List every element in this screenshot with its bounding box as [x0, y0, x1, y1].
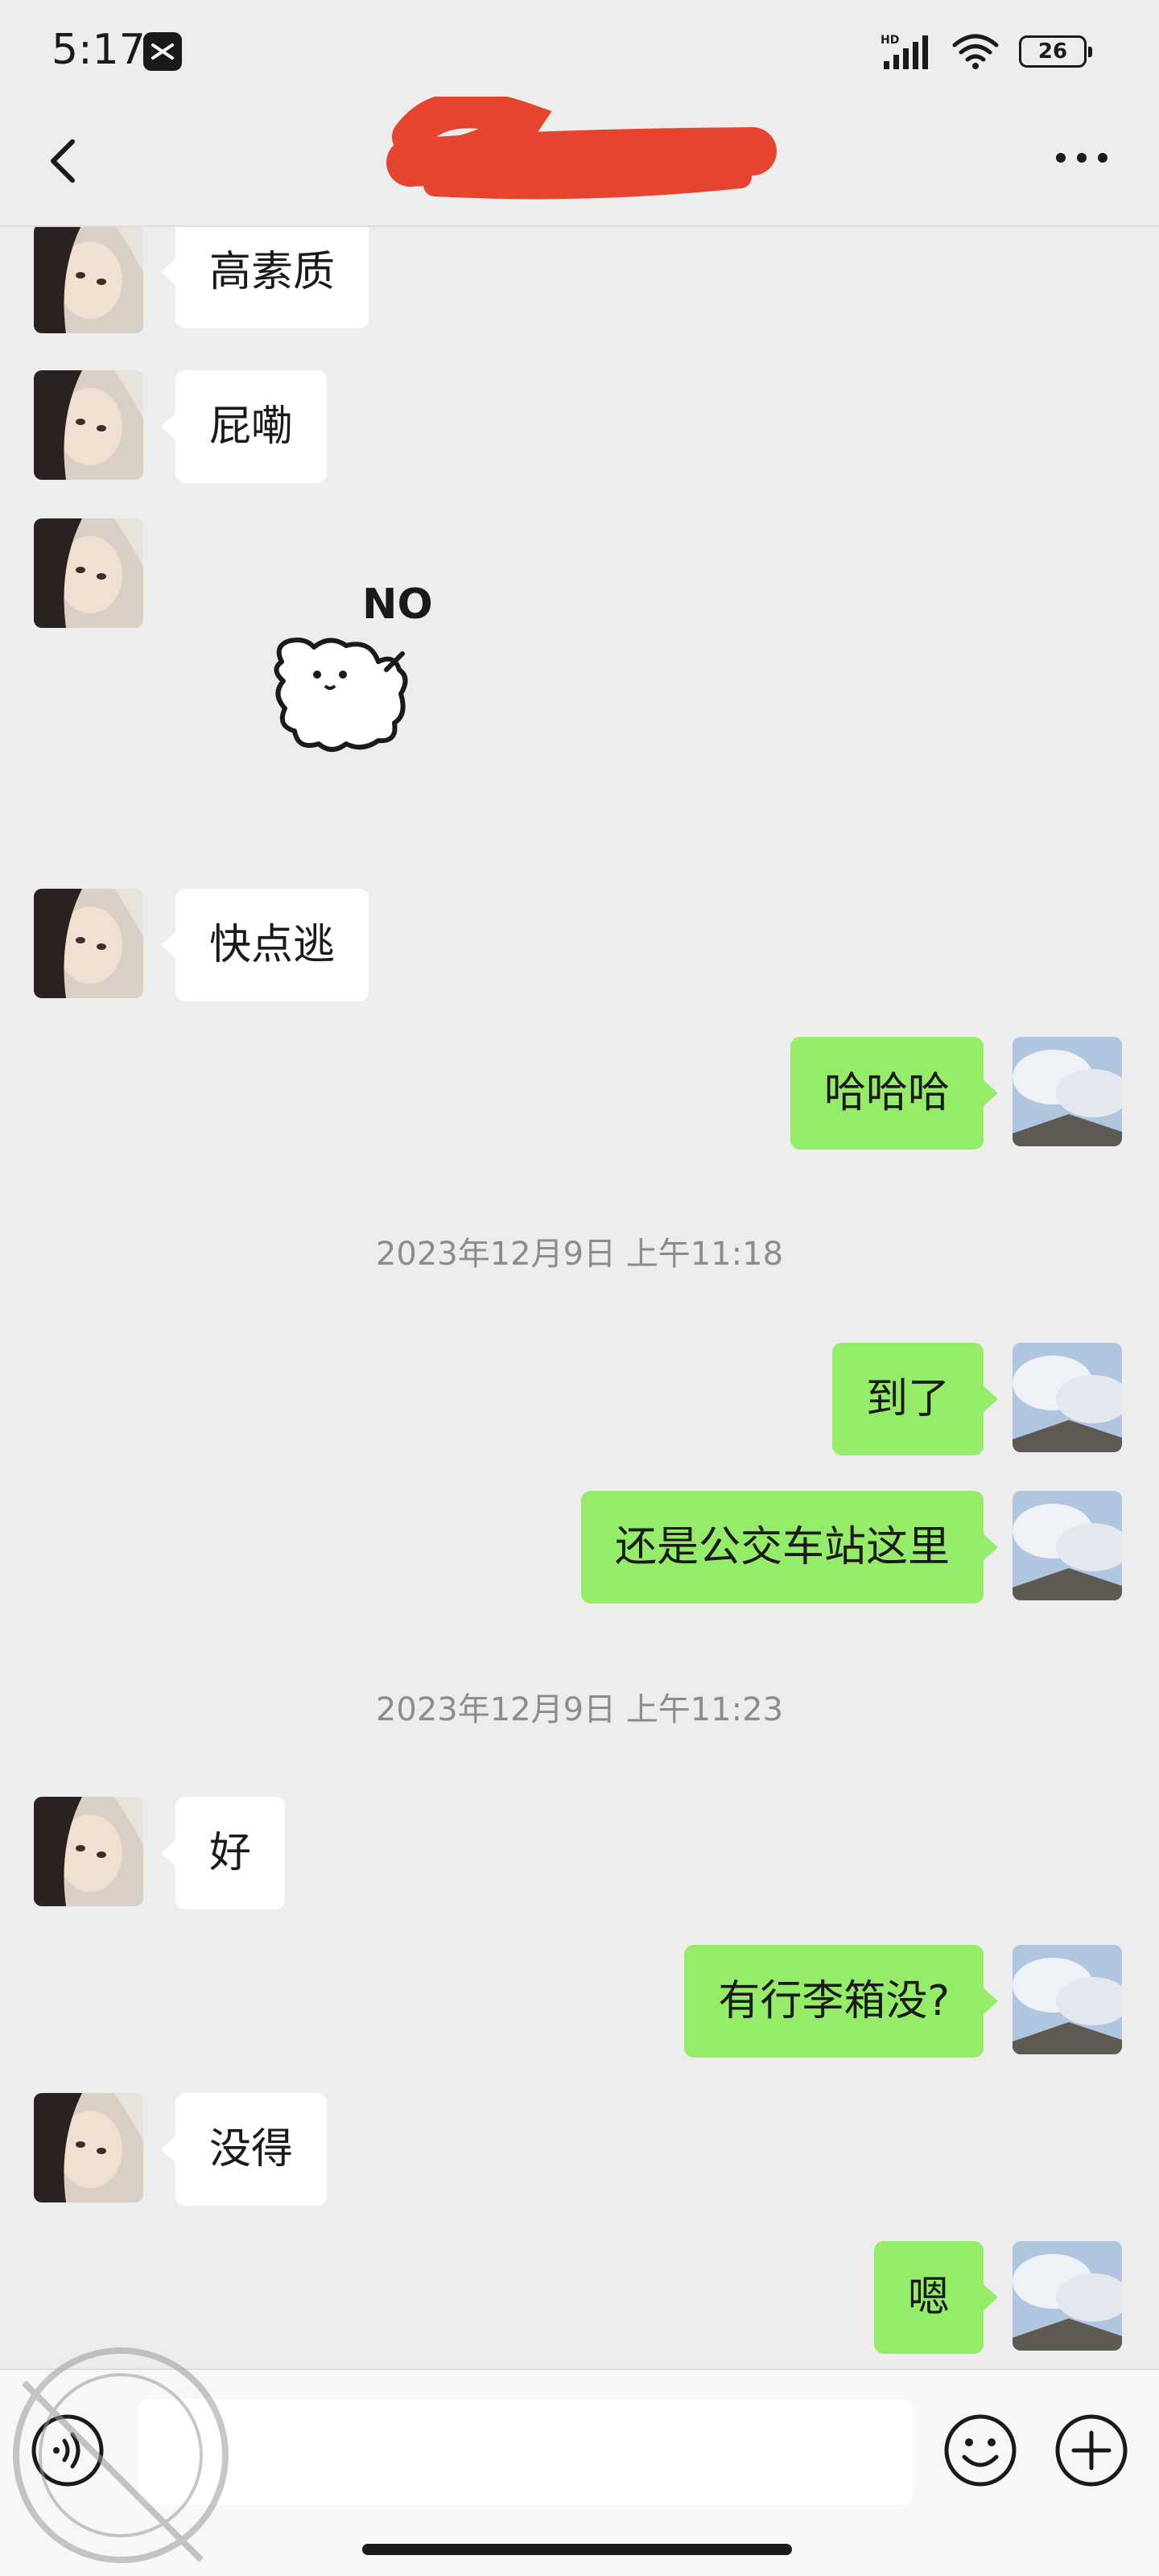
- network-badge: HD: [881, 34, 899, 47]
- contact-avatar[interactable]: [34, 1797, 143, 1906]
- emoji-icon[interactable]: [942, 2412, 1019, 2489]
- message-bubble-outgoing[interactable]: 有行李箱没?: [684, 1945, 998, 2058]
- my-avatar[interactable]: [1013, 1491, 1122, 1600]
- chevron-left-icon[interactable]: [40, 137, 89, 185]
- message-bubble-incoming[interactable]: 高素质: [160, 227, 369, 328]
- nav-bar: [0, 97, 1159, 227]
- contact-avatar[interactable]: [34, 370, 143, 480]
- contact-avatar-image: [34, 2093, 143, 2202]
- chat-messages[interactable]: 高素质 屁嘞 NO 快点逃 哈哈哈 2023年12月9日 上午11:18 到了 …: [0, 227, 1159, 2368]
- message-bubble-incoming[interactable]: 好: [160, 1797, 286, 1909]
- wifi-icon: [952, 34, 999, 69]
- contact-avatar[interactable]: [34, 518, 143, 628]
- contact-avatar-image: [34, 370, 143, 480]
- message-bubble-outgoing[interactable]: 到了: [831, 1343, 999, 1455]
- sticker-text: NO: [362, 580, 433, 629]
- contact-avatar-image: [34, 1797, 143, 1906]
- my-avatar-image: [1013, 1491, 1122, 1600]
- capcut-icon: [143, 32, 182, 71]
- watermark-icon: [13, 2347, 229, 2563]
- my-avatar-image: [1013, 2241, 1122, 2351]
- contact-avatar-image: [34, 889, 143, 998]
- contact-avatar[interactable]: [34, 227, 143, 333]
- my-avatar[interactable]: [1013, 1037, 1122, 1146]
- my-avatar[interactable]: [1013, 1945, 1122, 2054]
- message-bubble-outgoing[interactable]: 哈哈哈: [790, 1037, 999, 1150]
- dog-no-sticker[interactable]: NO: [266, 573, 451, 782]
- message-timestamp: 2023年12月9日 上午11:18: [375, 1236, 784, 1273]
- message-bubble-outgoing[interactable]: 嗯: [873, 2241, 999, 2354]
- home-indicator[interactable]: [362, 2544, 792, 2555]
- contact-avatar-image: [34, 518, 143, 628]
- message-bubble-incoming[interactable]: 快点逃: [160, 889, 369, 1001]
- message-bubble-incoming[interactable]: 屁嘞: [160, 370, 328, 483]
- my-avatar-image: [1013, 1945, 1122, 2054]
- battery-icon: 26: [1019, 35, 1092, 68]
- my-avatar[interactable]: [1013, 2241, 1122, 2351]
- status-bar: 5:17 HD 26: [0, 0, 1159, 97]
- message-bubble-outgoing[interactable]: 还是公交车站这里: [580, 1491, 999, 1604]
- message-bubble-incoming[interactable]: 没得: [160, 2093, 328, 2206]
- battery-level: 26: [1037, 39, 1068, 64]
- status-icons: HD 26: [881, 27, 1092, 76]
- signal-icon: HD: [881, 34, 928, 69]
- status-time: 5:17: [52, 26, 146, 74]
- my-avatar[interactable]: [1013, 1343, 1122, 1452]
- contact-avatar[interactable]: [34, 2093, 143, 2202]
- contact-avatar[interactable]: [34, 889, 143, 998]
- my-avatar-image: [1013, 1037, 1122, 1146]
- redacted-contact-name: [386, 97, 777, 200]
- message-timestamp: 2023年12月9日 上午11:23: [375, 1691, 784, 1728]
- more-icon[interactable]: [1050, 142, 1114, 174]
- plus-icon[interactable]: [1053, 2412, 1130, 2489]
- message-input[interactable]: [138, 2399, 913, 2505]
- contact-avatar-image: [34, 227, 143, 333]
- my-avatar-image: [1013, 1343, 1122, 1452]
- chat-screen: 5:17 HD 26 高素质 屁嘞 NO 快点逃 哈哈哈 2023年12月9日 …: [0, 0, 1159, 2576]
